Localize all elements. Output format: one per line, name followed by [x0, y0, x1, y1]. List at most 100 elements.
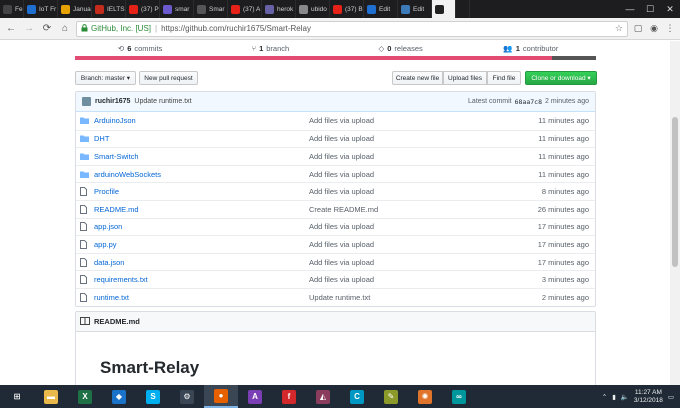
- bookmark-star-icon[interactable]: ☆: [615, 23, 623, 34]
- contributors-link[interactable]: 👥 1 contributor: [466, 44, 596, 53]
- file-name-link[interactable]: runtime.txt: [94, 293, 309, 302]
- browser-tab[interactable]: Fe: [0, 0, 24, 18]
- file-name-link[interactable]: requirements.txt: [94, 275, 309, 284]
- file-commit-message-link[interactable]: Add files via upload: [309, 258, 519, 267]
- start-icon: ⊞: [10, 389, 24, 404]
- browser-tab[interactable]: smar: [160, 0, 194, 18]
- notification-icon[interactable]: ▭: [668, 393, 674, 401]
- releases-link[interactable]: ◇ 0 releases: [336, 44, 466, 53]
- taskbar-clock[interactable]: 11:27 AM 3/12/2018: [634, 389, 663, 405]
- forward-button[interactable]: →: [22, 22, 36, 36]
- upload-files-button[interactable]: Upload files: [443, 71, 487, 85]
- new-pull-request-button[interactable]: New pull request: [139, 71, 198, 85]
- create-new-file-button[interactable]: Create new file: [392, 71, 443, 85]
- branches-link[interactable]: ⑂ 1 branch: [205, 44, 335, 53]
- browser-tab[interactable]: ubido: [296, 0, 330, 18]
- file-commit-message-link[interactable]: Add files via upload: [309, 134, 519, 143]
- avatar[interactable]: [82, 97, 91, 106]
- commit-author-link[interactable]: ruchir1675: [95, 98, 130, 105]
- file-name-link[interactable]: Procfile: [94, 187, 309, 196]
- find-file-button[interactable]: Find file: [487, 71, 521, 85]
- url-field[interactable]: GitHub, Inc. [US] | https://github.com/r…: [76, 20, 628, 37]
- language-bar[interactable]: [75, 56, 596, 60]
- browser-tab[interactable]: IELTS: [92, 0, 126, 18]
- taskbar-app-firefox[interactable]: ●: [204, 385, 238, 408]
- browser-tab[interactable]: herok: [262, 0, 296, 18]
- maximize-button[interactable]: ☐: [640, 0, 660, 18]
- browser-tab[interactable]: Edit: [364, 0, 398, 18]
- branch-select-button[interactable]: Branch: master ▾: [75, 71, 136, 85]
- browser-tab[interactable]: Smar: [194, 0, 228, 18]
- file-icon: [80, 187, 94, 197]
- history-icon: ⟲: [117, 43, 125, 53]
- url-text[interactable]: https://github.com/ruchir1675/Smart-Rela…: [161, 24, 311, 33]
- file-commit-message-link[interactable]: Add files via upload: [309, 116, 519, 125]
- browser-tab[interactable]: (37) A: [228, 0, 262, 18]
- file-name-link[interactable]: app.py: [94, 240, 309, 249]
- commit-message-link[interactable]: Update runtime.txt: [134, 98, 191, 105]
- file-commit-message-link[interactable]: Add files via upload: [309, 152, 519, 161]
- file-age: 3 minutes ago: [541, 275, 589, 285]
- browser-tab[interactable]: (37) P: [126, 0, 160, 18]
- file-age: 11 minutes ago: [538, 116, 589, 126]
- taskbar-app-start[interactable]: ⊞: [0, 385, 34, 408]
- commits-link[interactable]: ⟲ 6 commits: [75, 44, 205, 53]
- taskbar-app-app-prism[interactable]: ◭: [306, 385, 340, 408]
- taskbar-app-foxit[interactable]: f: [272, 385, 306, 408]
- taskbar-app-file-explorer[interactable]: ▬: [34, 385, 68, 408]
- menu-icon[interactable]: ⋮: [664, 23, 676, 35]
- file-commit-message-link[interactable]: Update runtime.txt: [309, 293, 519, 302]
- file-age: 11 minutes ago: [538, 169, 589, 179]
- taskbar-app-excel[interactable]: X: [68, 385, 102, 408]
- back-button[interactable]: ←: [4, 22, 18, 36]
- file-icon: [80, 222, 94, 232]
- file-name-link[interactable]: README.md: [94, 205, 309, 214]
- volume-icon[interactable]: 🔈: [621, 393, 629, 401]
- file-name-link[interactable]: app.json: [94, 222, 309, 231]
- taskbar-app-settings[interactable]: ⚙: [170, 385, 204, 408]
- file-commit-message-link[interactable]: Add files via upload: [309, 170, 519, 179]
- file-name-link[interactable]: ArduinoJson: [94, 116, 309, 125]
- security-label: GitHub, Inc. [US]: [91, 24, 152, 33]
- file-commit-message-link[interactable]: Add files via upload: [309, 240, 519, 249]
- taskbar-app-app-c[interactable]: C: [340, 385, 374, 408]
- chevron-up-icon[interactable]: ⌃: [602, 393, 607, 401]
- taskbar-app-skype[interactable]: S: [136, 385, 170, 408]
- file-list: ArduinoJson Add files via upload 11 minute…: [76, 112, 595, 306]
- taskbar-app-app-rays[interactable]: ✺: [408, 385, 442, 408]
- taskbar-app-defender[interactable]: ◆: [102, 385, 136, 408]
- close-window-button[interactable]: ✕: [660, 0, 680, 18]
- file-name-link[interactable]: DHT: [94, 134, 309, 143]
- scrollbar-thumb[interactable]: [672, 117, 678, 267]
- extension-icon[interactable]: ▢: [632, 23, 644, 35]
- app-purple-icon: A: [248, 389, 262, 404]
- security-indicator[interactable]: GitHub, Inc. [US]: [81, 23, 152, 34]
- file-commit-message-link[interactable]: Create README.md: [309, 205, 519, 214]
- file-name-link[interactable]: data.json: [94, 258, 309, 267]
- file-name-link[interactable]: arduinoWebSockets: [94, 170, 309, 179]
- commit-sha-link[interactable]: 68aa7c8: [515, 98, 542, 106]
- readme-header-label: README.md: [94, 317, 140, 326]
- browser-tab[interactable]: (37) B: [330, 0, 364, 18]
- github-extension-icon[interactable]: ◉: [648, 23, 660, 35]
- taskbar-app-app-pen[interactable]: ✎: [374, 385, 408, 408]
- browser-tab[interactable]: Edit: [398, 0, 432, 18]
- taskbar-app-arduino[interactable]: ∞: [442, 385, 476, 408]
- file-commit-message-link[interactable]: Add files via upload: [309, 275, 519, 284]
- tab-label: smar: [175, 5, 190, 13]
- clone-or-download-button[interactable]: Clone or download ▾: [525, 71, 597, 85]
- reload-button[interactable]: ⟳: [40, 22, 54, 36]
- browser-tab[interactable]: Januar: [58, 0, 92, 18]
- file-commit-message-link[interactable]: Add files via upload: [309, 222, 519, 231]
- minimize-button[interactable]: —: [620, 0, 640, 18]
- new-tab-button[interactable]: [456, 0, 470, 18]
- browser-tab[interactable]: [432, 0, 456, 18]
- home-button[interactable]: ⌂: [58, 22, 72, 36]
- network-icon[interactable]: ▮: [612, 393, 616, 401]
- file-commit-message-link[interactable]: Add files via upload: [309, 187, 519, 196]
- folder-icon: [80, 135, 94, 143]
- file-name-link[interactable]: Smart-Switch: [94, 152, 309, 161]
- page-scrollbar[interactable]: [670, 41, 680, 385]
- taskbar-app-app-purple[interactable]: A: [238, 385, 272, 408]
- browser-tab[interactable]: IoT Fr: [24, 0, 58, 18]
